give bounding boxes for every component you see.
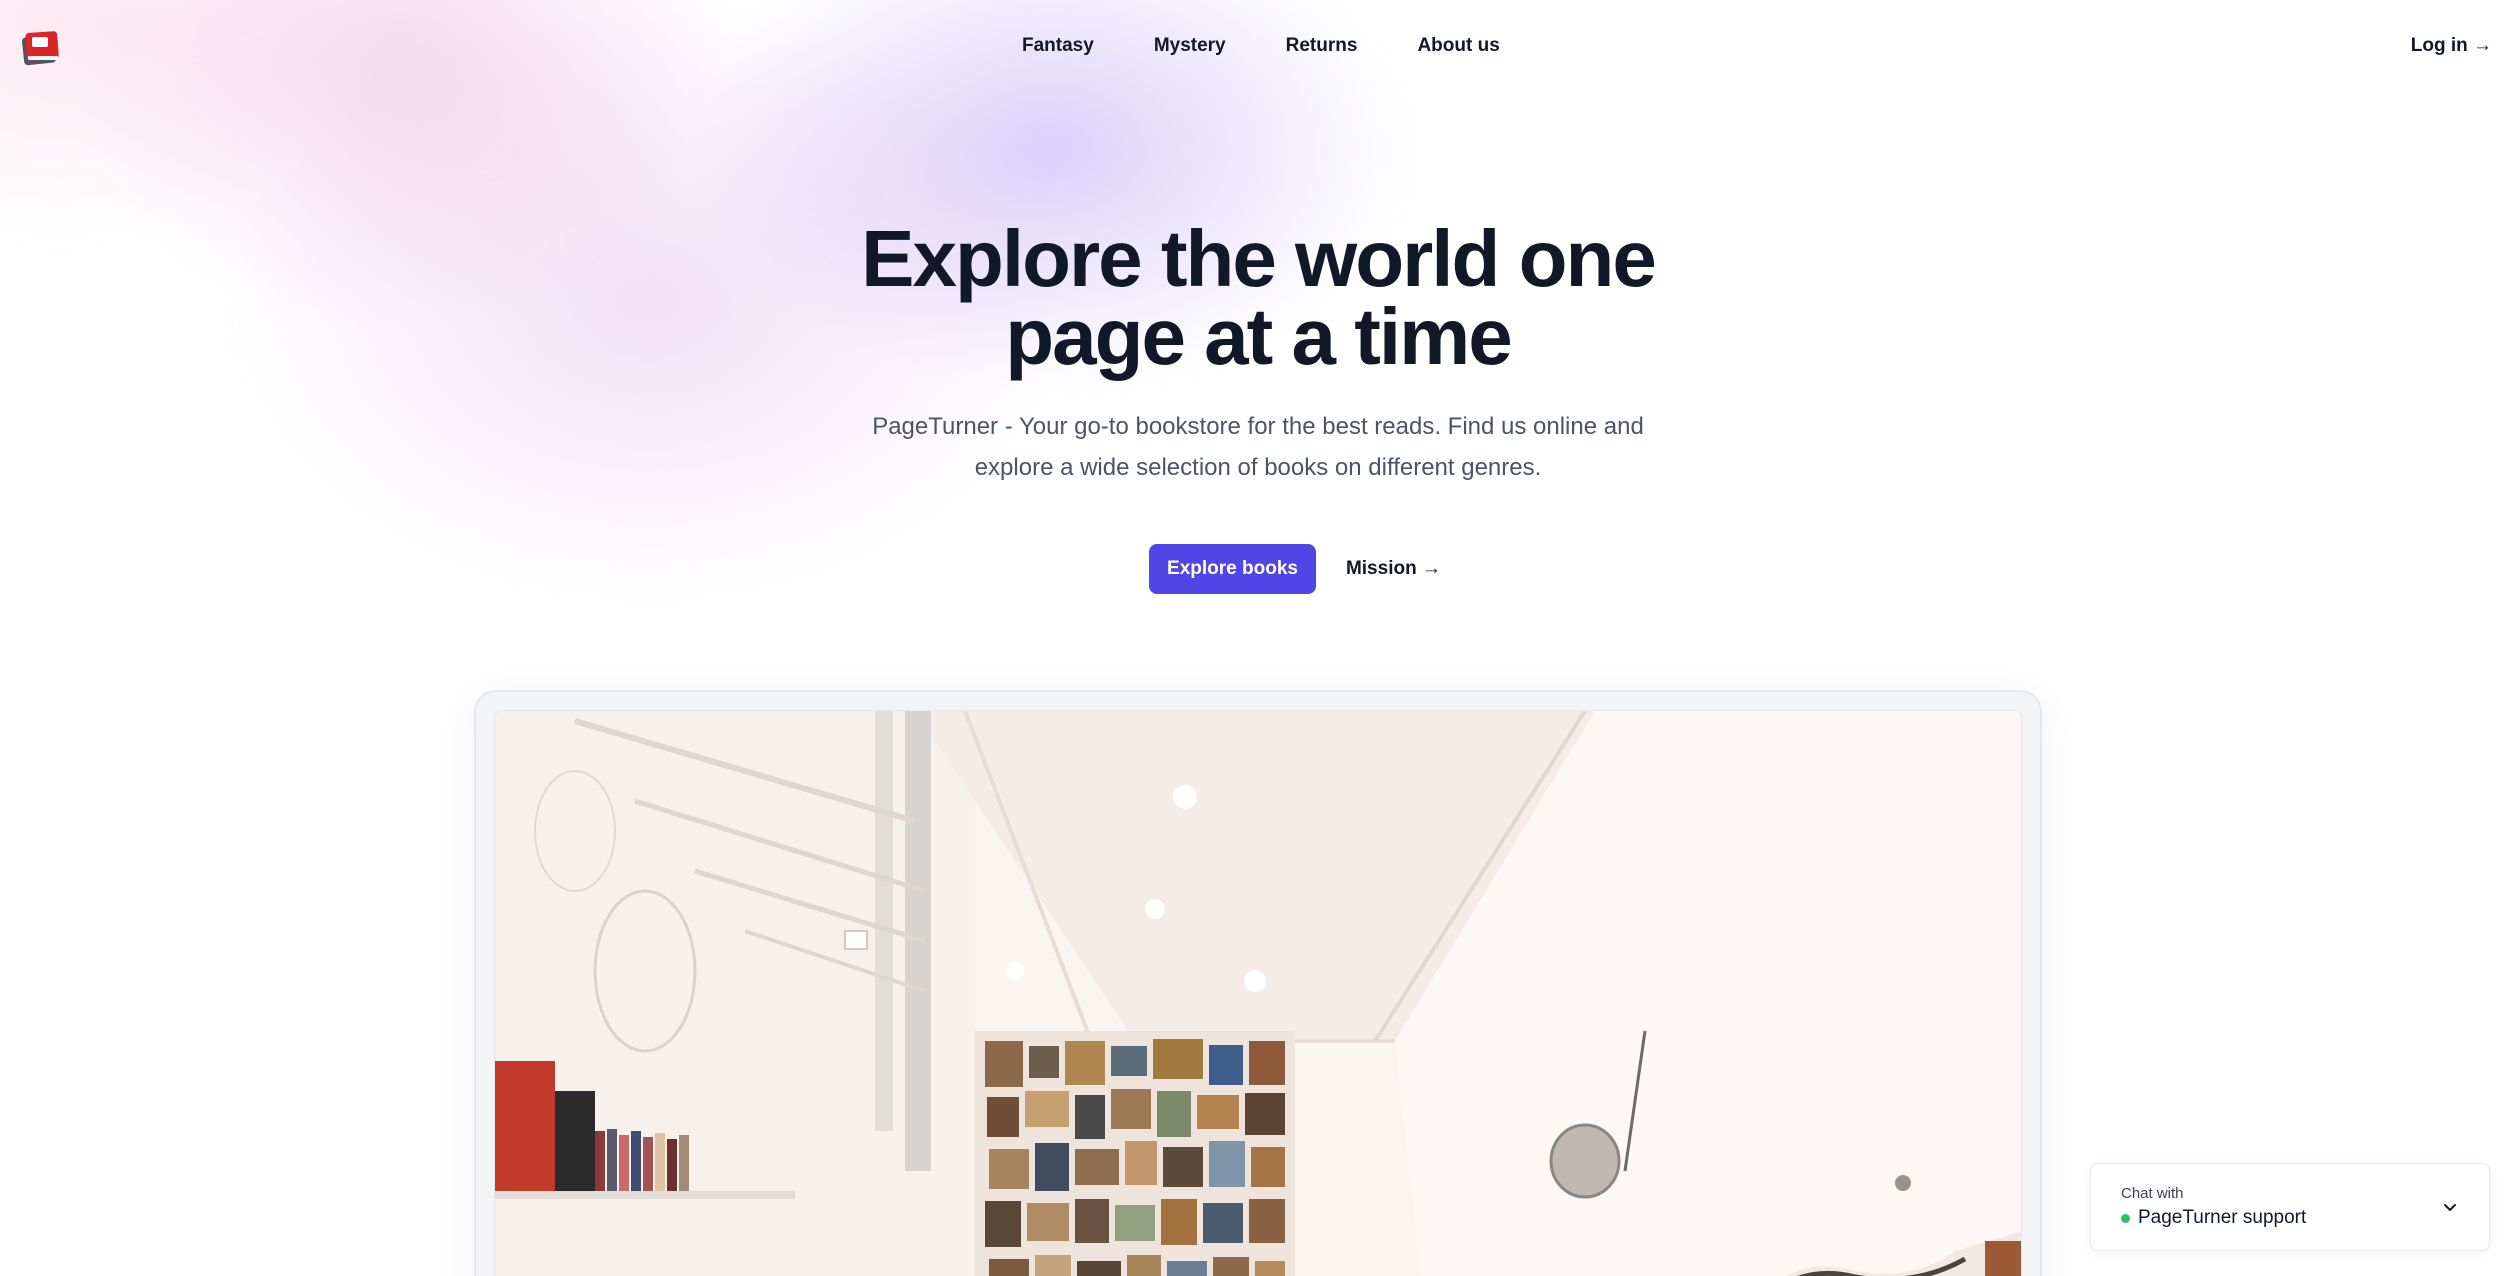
login-link[interactable]: Log in →: [2411, 32, 2492, 60]
online-status-dot: [2121, 1213, 2130, 1223]
mission-link[interactable]: Mission →: [1346, 558, 1441, 580]
hero-title: Explore the world one page at a time: [808, 219, 1708, 377]
chevron-down-icon[interactable]: [2441, 1198, 2459, 1216]
hero-title-line-2: page at a time: [1005, 292, 1513, 381]
bookstore-interior-image: [494, 710, 2022, 1276]
main-nav: Fantasy Mystery Returns About us: [1022, 32, 1560, 60]
hero-section: Explore the world one page at a time Pag…: [0, 219, 2516, 594]
book-stack-logo-icon: [22, 31, 59, 66]
screenshot-frame: [474, 690, 2042, 1276]
explore-books-button[interactable]: Explore books: [1149, 544, 1316, 594]
chat-label: Chat with: [2121, 1185, 2184, 1202]
nav-item-returns[interactable]: Returns: [1286, 32, 1358, 60]
chat-agent-name: PageTurner support: [2138, 1207, 2307, 1228]
site-header: Fantasy Mystery Returns About us Log in …: [0, 0, 2516, 96]
nav-item-fantasy[interactable]: Fantasy: [1022, 32, 1094, 60]
nav-item-about-us[interactable]: About us: [1417, 32, 1499, 60]
nav-item-mystery[interactable]: Mystery: [1154, 32, 1226, 60]
chat-agent-name-row: PageTurner support: [2121, 1207, 2306, 1229]
hero-subtitle: PageTurner - Your go-to bookstore for th…: [872, 413, 1644, 481]
hero-title-line-1: Explore the world one: [861, 214, 1657, 303]
page: Fantasy Mystery Returns About us Log in …: [0, 0, 2516, 1276]
chat-widget[interactable]: Chat with PageTurner support: [2090, 1163, 2490, 1251]
bookstore-illustration: [495, 711, 2021, 1276]
cta-row: Explore books Mission →: [0, 544, 2516, 594]
logo-link[interactable]: [20, 26, 64, 70]
